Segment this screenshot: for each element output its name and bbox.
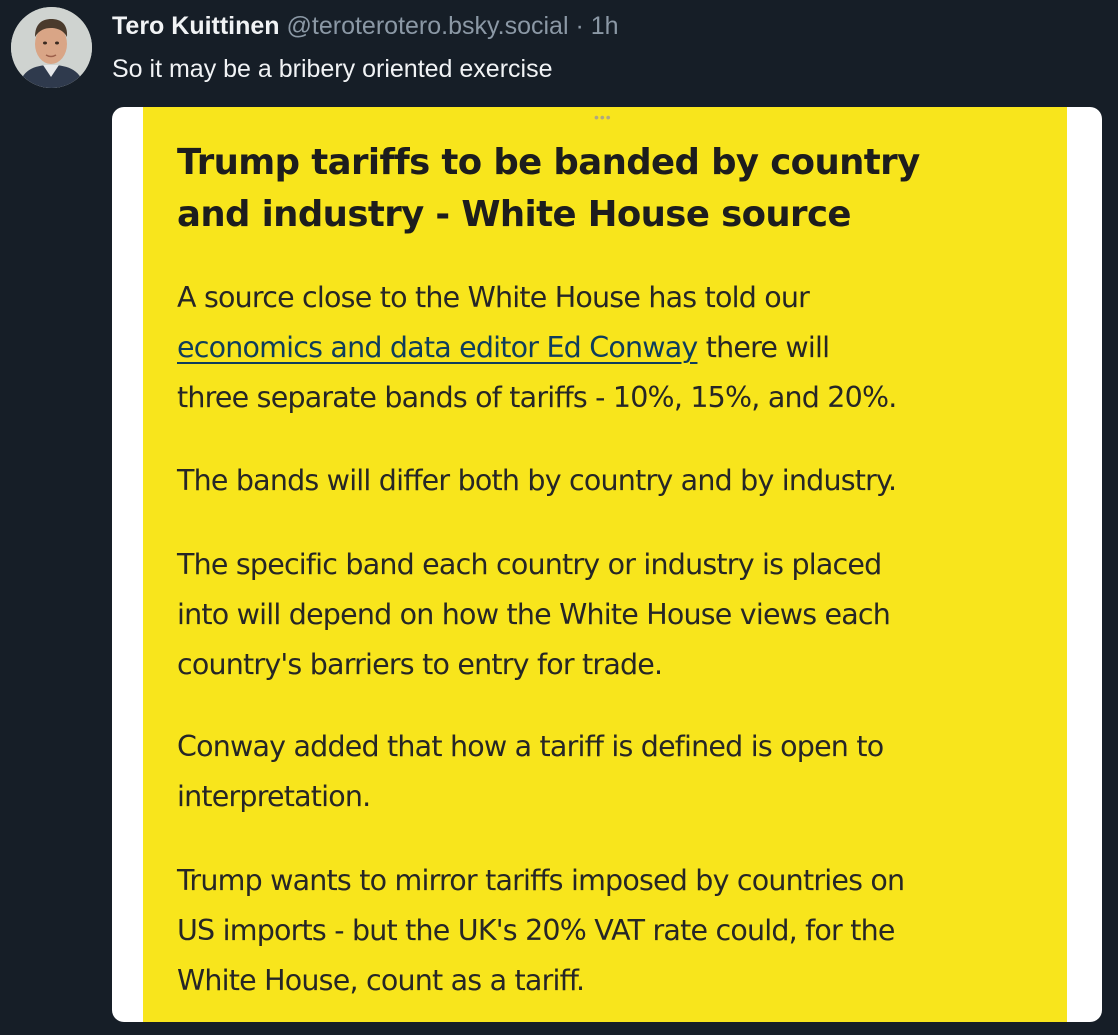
paragraph-1-line-2-tail: there will [697,331,830,364]
paragraph-3-line-2: into will depend on how the White House … [177,598,891,631]
paragraph-3-line-3: country's barriers to entry for trade. [177,648,663,681]
paragraph-5-line-2: US imports - but the UK's 20% VAT rate c… [177,914,895,947]
paragraph-4-line-2: interpretation. [177,780,371,813]
article-paragraph-1: A source close to the White House has to… [177,273,1067,423]
embedded-image[interactable]: ••• Trump tariffs to be banded by countr… [112,107,1102,1022]
title-line-1: Trump tariffs to be banded by country [177,142,920,183]
article-screenshot: ••• Trump tariffs to be banded by countr… [143,107,1067,1022]
post-timestamp[interactable]: 1h [591,12,619,40]
article-paragraph-5: Trump wants to mirror tariffs imposed by… [177,856,1067,1006]
paragraph-3-line-1: The specific band each country or indust… [177,548,882,581]
paragraph-5-line-1: Trump wants to mirror tariffs imposed by… [177,864,905,897]
paragraph-1-line-3: three separate bands of tariffs - 10%, 1… [177,381,897,414]
header-separator: · [575,12,584,40]
paragraph-1-line-1: A source close to the White House has to… [177,281,810,314]
author-name[interactable]: Tero Kuittinen [112,12,280,40]
author-avatar[interactable] [11,7,92,88]
more-dots-icon: ••• [594,109,612,125]
article-paragraph-4: Conway added that how a tariff is define… [177,722,1067,822]
editor-link[interactable]: economics and data editor Ed Conway [177,331,698,364]
title-line-2: and industry - White House source [177,194,851,235]
avatar-portrait [11,7,92,88]
author-handle[interactable]: @teroterotero.bsky.social [287,12,569,40]
article-title: Trump tariffs to be banded by country an… [177,137,1057,241]
article-paragraph-3: The specific band each country or indust… [177,540,1067,690]
post-header: Tero Kuittinen @teroterotero.bsky.social… [112,10,619,42]
post-text: So it may be a bribery oriented exercise [112,55,553,83]
article-paragraph-2: The bands will differ both by country an… [177,464,897,497]
paragraph-4-line-1: Conway added that how a tariff is define… [177,730,884,763]
paragraph-5-line-3: White House, count as a tariff. [177,964,585,997]
